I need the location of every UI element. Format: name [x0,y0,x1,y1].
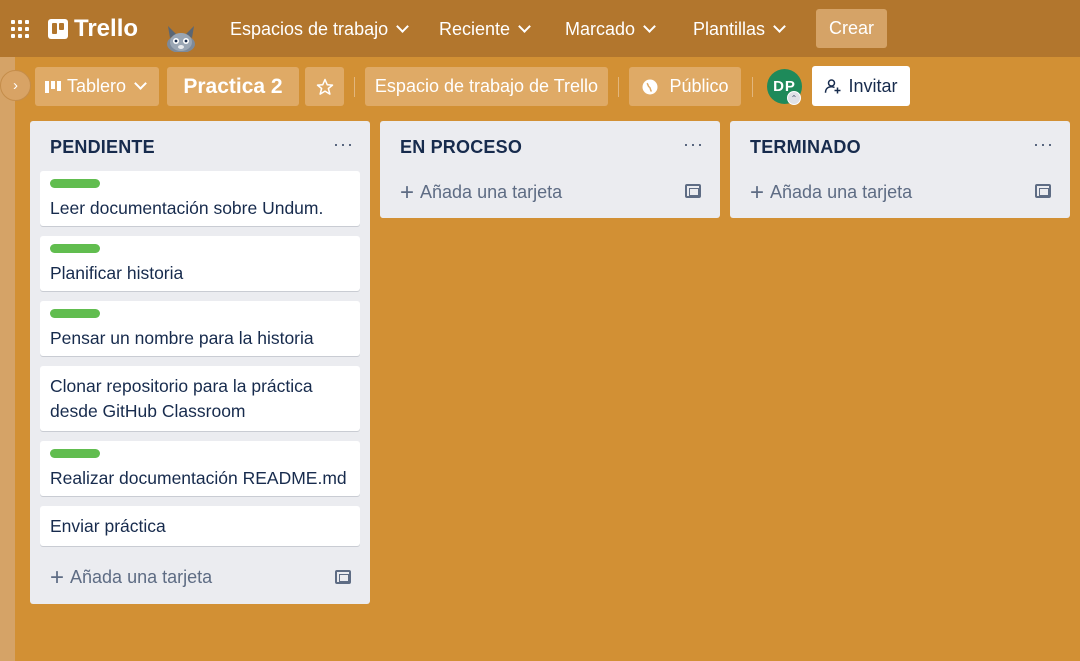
card-title: Realizar documentación README.md [50,468,347,488]
board-title[interactable]: Practica 2 [167,67,299,106]
list-title[interactable]: EN PROCESO [400,137,522,158]
nav-templates[interactable]: Plantillas [693,16,786,42]
workspace-button[interactable]: Espacio de trabajo de Trello [365,67,608,106]
card-label-green[interactable] [50,309,100,318]
card-title: Clonar repositorio para la práctica desd… [50,374,313,424]
chevron-down-icon [773,19,786,33]
add-card-button[interactable]: + Añada una tarjeta [50,563,213,591]
list-menu-icon[interactable]: ··· [1033,134,1054,155]
divider [618,77,619,97]
chevron-down-icon [643,19,656,33]
add-card-label: Añada una tarjeta [420,182,563,202]
nav-starred[interactable]: Marcado [565,16,656,42]
mascot-icon [167,26,195,52]
divider [354,77,355,97]
sidebar-expand-button[interactable]: › [0,70,31,101]
card-template-icon[interactable] [335,570,351,584]
chevron-right-icon: › [13,77,18,94]
card-title: Planificar historia [50,263,184,283]
card-title: Leer documentación sobre Undum. [50,198,324,218]
plus-icon: + [400,178,415,206]
plus-icon: + [50,563,65,591]
add-card-button[interactable]: + Añada una tarjeta [400,178,563,206]
card-title-line: Clonar repositorio para la práctica [50,376,313,396]
invite-label: Invitar [848,75,898,96]
card-title: Pensar un nombre para la historia [50,328,314,348]
board-view-label: Tablero [67,76,127,96]
list-in-progress[interactable]: EN PROCESO ··· + Añada una tarjeta [380,121,720,218]
chevron-down-icon [134,77,147,90]
nav-recent-label: Reciente [439,18,511,39]
trello-logo[interactable]: Trello [48,15,139,42]
top-navigation-bar: Trello Espacios de trabajo Reciente Marc… [0,0,1080,57]
chevron-down-icon [518,19,531,33]
card[interactable]: Planificar historia [40,236,360,291]
card-template-icon[interactable] [1035,184,1051,198]
star-board-button[interactable] [305,67,344,106]
card-title-line: desde GitHub Classroom [50,401,246,421]
apps-grid-icon[interactable] [11,20,29,38]
star-icon [316,78,333,95]
nav-recent[interactable]: Reciente [439,16,531,42]
nav-templates-label: Plantillas [693,18,766,39]
card-label-green[interactable] [50,179,100,188]
divider [752,77,753,97]
card-label-green[interactable] [50,449,100,458]
app-name: Trello [74,15,139,42]
card[interactable]: Clonar repositorio para la práctica desd… [40,366,360,431]
chevron-down-icon [396,19,409,33]
list-menu-icon[interactable]: ··· [333,134,354,155]
list-pending[interactable]: PENDIENTE ··· Leer documentación sobre U… [30,121,370,604]
plus-icon: + [750,178,765,206]
list-title[interactable]: TERMINADO [750,137,861,158]
card[interactable]: Leer documentación sobre Undum. [40,171,360,226]
add-card-label: Añada una tarjeta [70,567,213,587]
nav-workspaces[interactable]: Espacios de trabajo [230,16,409,42]
invite-button[interactable]: Invitar [812,66,910,106]
add-card-button[interactable]: + Añada una tarjeta [750,178,913,206]
board-view-icon [45,80,61,93]
card[interactable]: Pensar un nombre para la historia [40,301,360,356]
create-button[interactable]: Crear [816,9,887,48]
globe-icon [642,79,658,94]
list-menu-icon[interactable]: ··· [683,134,704,155]
card[interactable]: Realizar documentación README.md [40,441,360,496]
board-view-switcher[interactable]: Tablero [35,67,159,106]
card[interactable]: Enviar práctica [40,506,360,546]
nav-workspaces-label: Espacios de trabajo [230,18,389,39]
admin-badge-icon: ⌃ [787,91,801,105]
visibility-label: Público [669,76,729,96]
trello-logo-icon [48,19,68,39]
list-done[interactable]: TERMINADO ··· + Añada una tarjeta [730,121,1070,218]
sidebar-collapsed-strip [0,57,15,661]
add-card-label: Añada una tarjeta [770,182,913,202]
card-template-icon[interactable] [685,184,701,198]
visibility-button[interactable]: Público [629,67,741,106]
card-title: Enviar práctica [50,516,166,536]
list-title[interactable]: PENDIENTE [50,137,155,158]
nav-starred-label: Marcado [565,18,636,39]
add-user-icon [825,79,841,94]
card-label-green[interactable] [50,244,100,253]
